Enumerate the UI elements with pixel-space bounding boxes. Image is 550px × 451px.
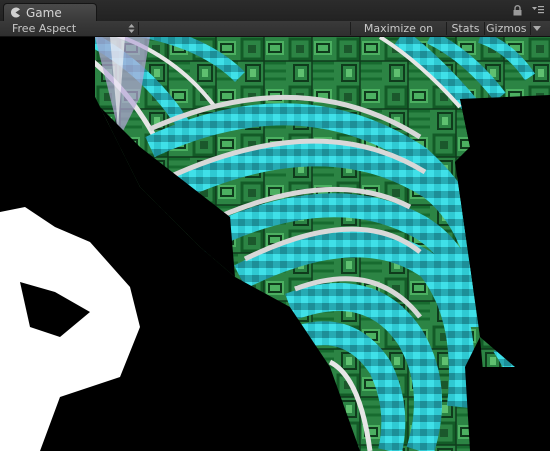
pacman-icon — [11, 7, 20, 18]
tab-game-label: Game — [26, 6, 62, 20]
aspect-dropdown[interactable]: Free Aspect — [0, 21, 138, 36]
toolbar-separator — [530, 22, 531, 35]
maximize-on-play-toggle[interactable]: Maximize on Play — [351, 21, 446, 50]
stats-toggle[interactable]: Stats — [447, 21, 484, 36]
game-viewport[interactable] — [0, 37, 550, 451]
tab-bar: Game — [0, 0, 550, 22]
lock-icon[interactable] — [512, 5, 523, 16]
game-window: Game Free Aspect Maximize on Play Stats … — [0, 0, 550, 451]
game-toolbar: Free Aspect Maximize on Play Stats Gizmo… — [0, 21, 550, 50]
updown-arrows-icon — [128, 24, 135, 33]
toolbar-separator — [484, 22, 485, 35]
gizmos-toggle[interactable]: Gizmos — [486, 21, 530, 36]
menu-icon[interactable] — [531, 4, 545, 16]
tab-game[interactable]: Game — [3, 3, 97, 21]
chevron-down-icon[interactable] — [533, 26, 541, 32]
scene-render — [0, 37, 550, 451]
aspect-dropdown-label: Free Aspect — [12, 22, 77, 35]
toolbar-separator — [138, 22, 139, 35]
